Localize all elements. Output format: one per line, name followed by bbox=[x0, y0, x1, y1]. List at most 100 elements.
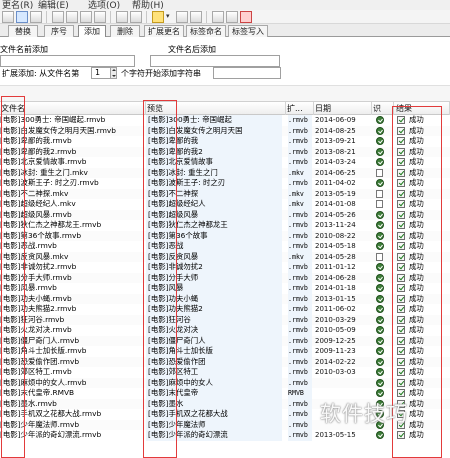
table-row[interactable]: [电影]恐爱偷作团.rmvb [电影]恐爱偷作团 .rmvb 2014-02-22 成功 bbox=[0, 356, 450, 367]
column-header-icon[interactable]: 识 bbox=[372, 102, 394, 115]
table-row[interactable]: [电影]卑鄙的我2.rmvb [电影]卑鄙的我2 .rmvb 2013-08-21 成功 bbox=[0, 146, 450, 157]
suffix-input[interactable] bbox=[150, 55, 280, 67]
media-file-icon bbox=[376, 326, 384, 334]
table-row[interactable]: [电影]狂河谷.rmvb [电影]狂河谷 .rmvb 2010-03-29 成功 bbox=[0, 314, 450, 325]
file-icon-cell bbox=[376, 126, 386, 137]
table-row[interactable]: [电影]角斗士加长版.rmvb [电影]角斗士加长版 .rmvb 2009-11-23… bbox=[0, 346, 450, 357]
date-cell: 2014-06-25 bbox=[315, 168, 356, 177]
remove-icon[interactable] bbox=[80, 11, 92, 23]
list-icon[interactable] bbox=[116, 11, 128, 23]
table-row[interactable]: [电影]反贪风暴.mkv [电影]反贪风暴 .mkv 2014-05-28 成功 bbox=[0, 251, 450, 263]
table-row[interactable]: [电影]少年派的奇幻漂流.rmvb [电影]少年派的奇幻漂流 .rmvb 2013-0… bbox=[0, 430, 450, 441]
tab-tag-write[interactable]: 标签写入 bbox=[228, 25, 268, 37]
menu-edit[interactable]: 编辑(E) bbox=[38, 0, 69, 10]
table-row[interactable]: [电影]卑鄙的我.rmvb [电影]卑鄙的我 .rmvb 2013-09-21 成功 bbox=[0, 136, 450, 147]
date-cell: 2010-03-03 bbox=[315, 368, 356, 376]
extension-cell: .rmvb bbox=[288, 262, 312, 273]
media-file-icon bbox=[376, 284, 384, 292]
date-cell: 2014-05-18 bbox=[315, 242, 356, 250]
file-icon-cell bbox=[376, 346, 386, 357]
undo-icon[interactable] bbox=[176, 11, 188, 23]
open-folder-icon[interactable] bbox=[2, 11, 14, 23]
document-icon bbox=[376, 168, 383, 177]
table-row[interactable]: [电影]白发魔女传之明月天国.rmvb [电影]白发魔女传之明月天国 .rmvb 20… bbox=[0, 125, 450, 137]
table-row[interactable]: [电影]分手大师.rmvb [电影]分手大师 .rmvb 2014-06-28 成功 bbox=[0, 272, 450, 283]
start-position-stepper[interactable]: 1 bbox=[91, 67, 117, 79]
menu-options[interactable]: 选项(O) bbox=[88, 0, 120, 10]
column-header-ext[interactable]: 扩... bbox=[286, 102, 314, 115]
table-row[interactable]: [电影]不二神探.mkv [电影]不二神探 .mkv 2013-05-19 成功 bbox=[0, 188, 450, 199]
table-row[interactable]: [电影]末代皇帝.RMVB [电影]末代皇帝 RMVB 成功 bbox=[0, 388, 450, 399]
date-cell: 2009-11-23 bbox=[315, 347, 356, 355]
menu-help[interactable]: 帮助(H) bbox=[132, 0, 164, 10]
extension-cell: .rmvb bbox=[288, 325, 312, 336]
ext-add-suffix-label: 个字符开始添加字符串 bbox=[121, 69, 201, 78]
clock-icon[interactable] bbox=[212, 11, 224, 23]
toolbar-separator bbox=[110, 11, 111, 23]
clear-icon[interactable] bbox=[94, 11, 106, 23]
preview-column-highlight bbox=[143, 100, 177, 458]
table-row[interactable]: [电影]火龙对决.rmvb [电影]火龙对决 .rmvb 2010-05-09 成功 bbox=[0, 325, 450, 336]
table-row[interactable]: [电影]狄仁杰之神都龙王.rmvb [电影]狄仁杰之神都龙王 .rmvb 2013-1… bbox=[0, 220, 450, 231]
extension-cell: .rmvb bbox=[288, 157, 312, 168]
table-row[interactable]: [电影]超级经纪人.mkv [电影]超级经纪人 .mkv 2014-01-08 成功 bbox=[0, 199, 450, 210]
table-row[interactable]: [电影]郊区特工.rmvb [电影]郊区特工 .rmvb 2010-03-03 成功 bbox=[0, 367, 450, 378]
document-icon bbox=[376, 189, 383, 198]
extension-cell: .rmvb bbox=[288, 335, 312, 346]
table-row[interactable]: [电影]僵尸奇门人.rmvb [电影]僵尸奇门人 .rmvb 2009-12-25 成功 bbox=[0, 335, 450, 346]
table-row[interactable]: [电影]第36个故事.rmvb [电影]第36个故事 .rmvb 2010-08-22… bbox=[0, 230, 450, 242]
table-row[interactable]: [电影]超级风暴.rmvb [电影]超级风暴 .rmvb 2014-05-26 成功 bbox=[0, 209, 450, 220]
file-icon-cell bbox=[376, 241, 386, 252]
select-all-icon[interactable] bbox=[16, 11, 28, 23]
extension-cell: .rmvb bbox=[288, 136, 312, 147]
file-icon-cell bbox=[376, 304, 386, 315]
redo-icon[interactable] bbox=[190, 11, 202, 23]
file-icon-cell bbox=[376, 252, 386, 263]
move-up-icon[interactable] bbox=[52, 11, 64, 23]
extension-cell: .rmvb bbox=[288, 209, 312, 220]
tab-replace[interactable]: 替换 bbox=[8, 25, 38, 37]
table-row[interactable]: [电影]300勇士: 帝国崛起.rmvb [电影]300勇士: 帝国崛起 .rmvb… bbox=[0, 115, 450, 126]
stepper-arrows-icon[interactable] bbox=[110, 68, 116, 78]
table-row[interactable]: [电影]功夫小蝇.rmvb [电影]功夫小蝇 .rmvb 2013-01-15 成功 bbox=[0, 293, 450, 304]
check-icon[interactable] bbox=[30, 11, 42, 23]
table-row[interactable]: [电影]冰封: 重生之门.mkv [电影]冰封: 重生之门 .mkv 2014-06-… bbox=[0, 167, 450, 178]
extension-cell: .mkv bbox=[288, 167, 312, 178]
column-header-date[interactable]: 日期 bbox=[314, 102, 372, 115]
prefix-input[interactable] bbox=[0, 55, 135, 67]
panel-divider bbox=[0, 85, 450, 102]
table-row[interactable]: [电影]恶战.rmvb [电影]恶战 .rmvb 2014-05-18 成功 bbox=[0, 241, 450, 252]
save-icon[interactable] bbox=[130, 11, 142, 23]
extension-cell: .rmvb bbox=[288, 146, 312, 157]
media-file-icon bbox=[376, 357, 384, 366]
media-file-icon bbox=[376, 305, 384, 313]
date-cell: 2014-06-09 bbox=[315, 116, 356, 124]
tab-delete[interactable]: 删除 bbox=[110, 25, 140, 37]
media-file-icon bbox=[376, 273, 384, 282]
move-down-icon[interactable] bbox=[66, 11, 78, 23]
close-icon[interactable] bbox=[240, 11, 252, 23]
tab-tag-naming[interactable]: 标签命名 bbox=[186, 25, 226, 37]
ext-add-input[interactable] bbox=[213, 67, 281, 79]
date-cell: 2011-06-02 bbox=[315, 305, 356, 313]
date-cell: 2011-01-12 bbox=[315, 263, 356, 271]
file-icon-cell bbox=[376, 430, 386, 441]
settings-icon[interactable] bbox=[226, 11, 238, 23]
table-row[interactable]: [电影]麻烦中的女人.rmvb [电影]麻烦中的女人 .rmvb 成功 bbox=[0, 377, 450, 388]
dropdown-arrow-icon[interactable]: ▾ bbox=[166, 12, 170, 20]
table-row[interactable]: [电影]波斯王子: 时之刃.rmvb [电影]波斯王子: 时之刃 .rmvb 2011… bbox=[0, 178, 450, 189]
toolbar-separator bbox=[206, 11, 207, 23]
table-row[interactable]: [电影]风暴.rmvb [电影]风暴 .rmvb 2014-01-18 成功 bbox=[0, 283, 450, 294]
wand-icon[interactable] bbox=[152, 11, 164, 23]
tab-sequence[interactable]: 序号 bbox=[44, 25, 74, 37]
menu-rename[interactable]: 更名(R) bbox=[2, 0, 33, 10]
media-file-icon bbox=[376, 389, 384, 397]
table-row[interactable]: [电影]功夫熊猫2.rmvb [电影]功夫熊猫2 .rmvb 2011-06-02 成功 bbox=[0, 304, 450, 315]
table-row[interactable]: [电影]北京爱情故事.rmvb [电影]北京爱情故事 .rmvb 2014-03-24… bbox=[0, 157, 450, 168]
tab-extended-rename[interactable]: 扩展更名 bbox=[144, 25, 184, 37]
file-icon-cell bbox=[376, 231, 386, 242]
table-row[interactable]: [电影]非诚勿扰2.rmvb [电影]非诚勿扰2 .rmvb 2011-01-12 成功 bbox=[0, 262, 450, 273]
toolbar-separator bbox=[146, 11, 147, 23]
extension-cell: .rmvb bbox=[288, 409, 312, 420]
date-cell: 2014-02-22 bbox=[315, 357, 356, 366]
